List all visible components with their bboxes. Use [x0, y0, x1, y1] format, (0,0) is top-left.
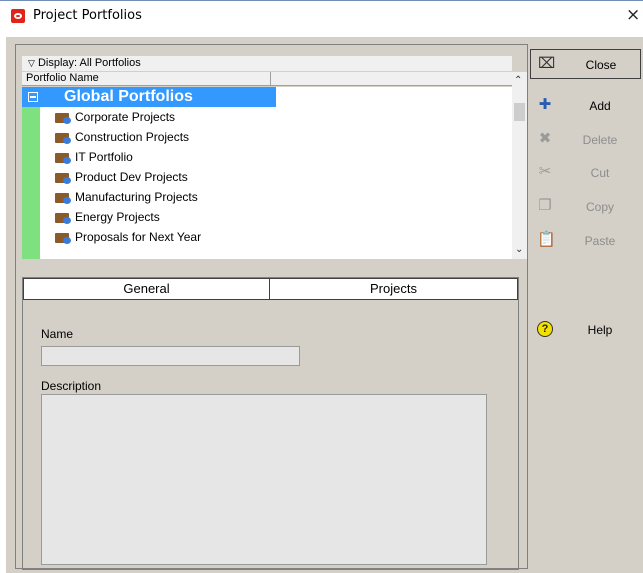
copy-icon: ❐ — [538, 197, 552, 214]
scissors-icon: ✂ — [538, 163, 552, 180]
name-field[interactable] — [41, 346, 300, 366]
copy-button-label: Copy — [585, 200, 614, 214]
portfolio-folder-icon — [55, 191, 71, 204]
paste-icon: 📋 — [537, 231, 556, 248]
chevron-down-icon: ▽ — [28, 58, 35, 68]
description-field[interactable] — [41, 394, 487, 565]
close-button[interactable]: ⌧ Close — [530, 49, 641, 79]
list-item-label: Energy Projects — [75, 210, 160, 224]
window-close-icon[interactable]: × — [626, 5, 640, 25]
list-item-label: Corporate Projects — [75, 110, 176, 124]
tab-projects[interactable]: Projects — [269, 278, 518, 300]
tab-general[interactable]: General — [23, 278, 269, 300]
list-item-label: Construction Projects — [75, 130, 190, 144]
list-item[interactable]: Energy Projects — [22, 207, 276, 227]
display-filter-label: Display: All Portfolios — [37, 57, 141, 69]
column-header-portfolio-name[interactable]: Portfolio Name — [22, 72, 512, 86]
scroll-thumb[interactable] — [514, 103, 525, 121]
details-panel: General Projects Name Description — [22, 277, 519, 570]
scroll-down-icon[interactable]: ⌄ — [515, 244, 523, 255]
name-label: Name — [41, 327, 74, 341]
cut-button-label: Cut — [590, 166, 610, 180]
list-item[interactable]: Product Dev Projects — [22, 167, 276, 187]
portfolio-folder-icon — [55, 151, 71, 164]
dialog-body: ▽ Display: All Portfolios Portfolio Name… — [6, 37, 643, 573]
scroll-up-icon[interactable]: ⌃ — [514, 75, 522, 86]
paste-button[interactable]: 📋 Paste — [530, 226, 641, 256]
portfolio-folder-icon — [55, 231, 71, 244]
help-icon: ? — [537, 321, 553, 337]
paste-button-label: Paste — [584, 234, 616, 248]
help-button[interactable]: ? Help — [530, 315, 641, 345]
add-button[interactable]: ✚ Add — [530, 91, 641, 121]
left-panel: ▽ Display: All Portfolios Portfolio Name… — [15, 44, 528, 570]
portfolio-group-label: Global Portfolios — [64, 88, 193, 105]
list-item[interactable]: Manufacturing Projects — [22, 187, 276, 207]
description-label: Description — [41, 379, 102, 393]
delete-button-label: Delete — [582, 133, 618, 147]
help-button-label: Help — [587, 323, 613, 337]
delete-icon: ✖ — [538, 130, 552, 147]
oracle-app-icon — [11, 9, 25, 23]
portfolio-folder-icon — [55, 131, 71, 144]
column-divider[interactable] — [270, 72, 271, 86]
list-item[interactable]: IT Portfolio — [22, 147, 276, 167]
portfolio-folder-icon — [55, 111, 71, 124]
window-title: Project Portfolios — [33, 8, 142, 23]
copy-button[interactable]: ❐ Copy — [530, 192, 641, 222]
portfolio-group-row[interactable]: Global Portfolios — [22, 87, 276, 107]
list-item-label: Product Dev Projects — [75, 170, 188, 184]
vertical-scrollbar[interactable]: ⌃ ⌄ — [512, 72, 527, 259]
cut-button[interactable]: ✂ Cut — [530, 158, 641, 188]
portfolio-folder-icon — [55, 211, 71, 224]
close-window-icon: ⌧ — [538, 55, 556, 72]
portfolio-folder-icon — [55, 171, 71, 184]
list-item[interactable]: Corporate Projects — [22, 107, 276, 127]
title-bar: Project Portfolios × — [0, 0, 643, 30]
delete-button[interactable]: ✖ Delete — [530, 125, 641, 155]
display-filter-bar[interactable]: ▽ Display: All Portfolios — [22, 56, 512, 71]
close-button-label: Close — [585, 58, 617, 72]
list-item-label: Manufacturing Projects — [75, 190, 198, 204]
add-button-label: Add — [589, 99, 611, 113]
list-item-label: IT Portfolio — [75, 150, 133, 164]
portfolio-list: ▽ Display: All Portfolios Portfolio Name… — [16, 45, 527, 261]
collapse-icon[interactable] — [28, 92, 38, 102]
add-icon: ✚ — [538, 96, 552, 113]
list-item-label: Proposals for Next Year — [75, 230, 202, 244]
list-item[interactable]: Proposals for Next Year — [22, 227, 276, 247]
portfolio-rows: Global Portfolios Corporate Projects Con… — [22, 87, 512, 259]
list-item[interactable]: Construction Projects — [22, 127, 276, 147]
